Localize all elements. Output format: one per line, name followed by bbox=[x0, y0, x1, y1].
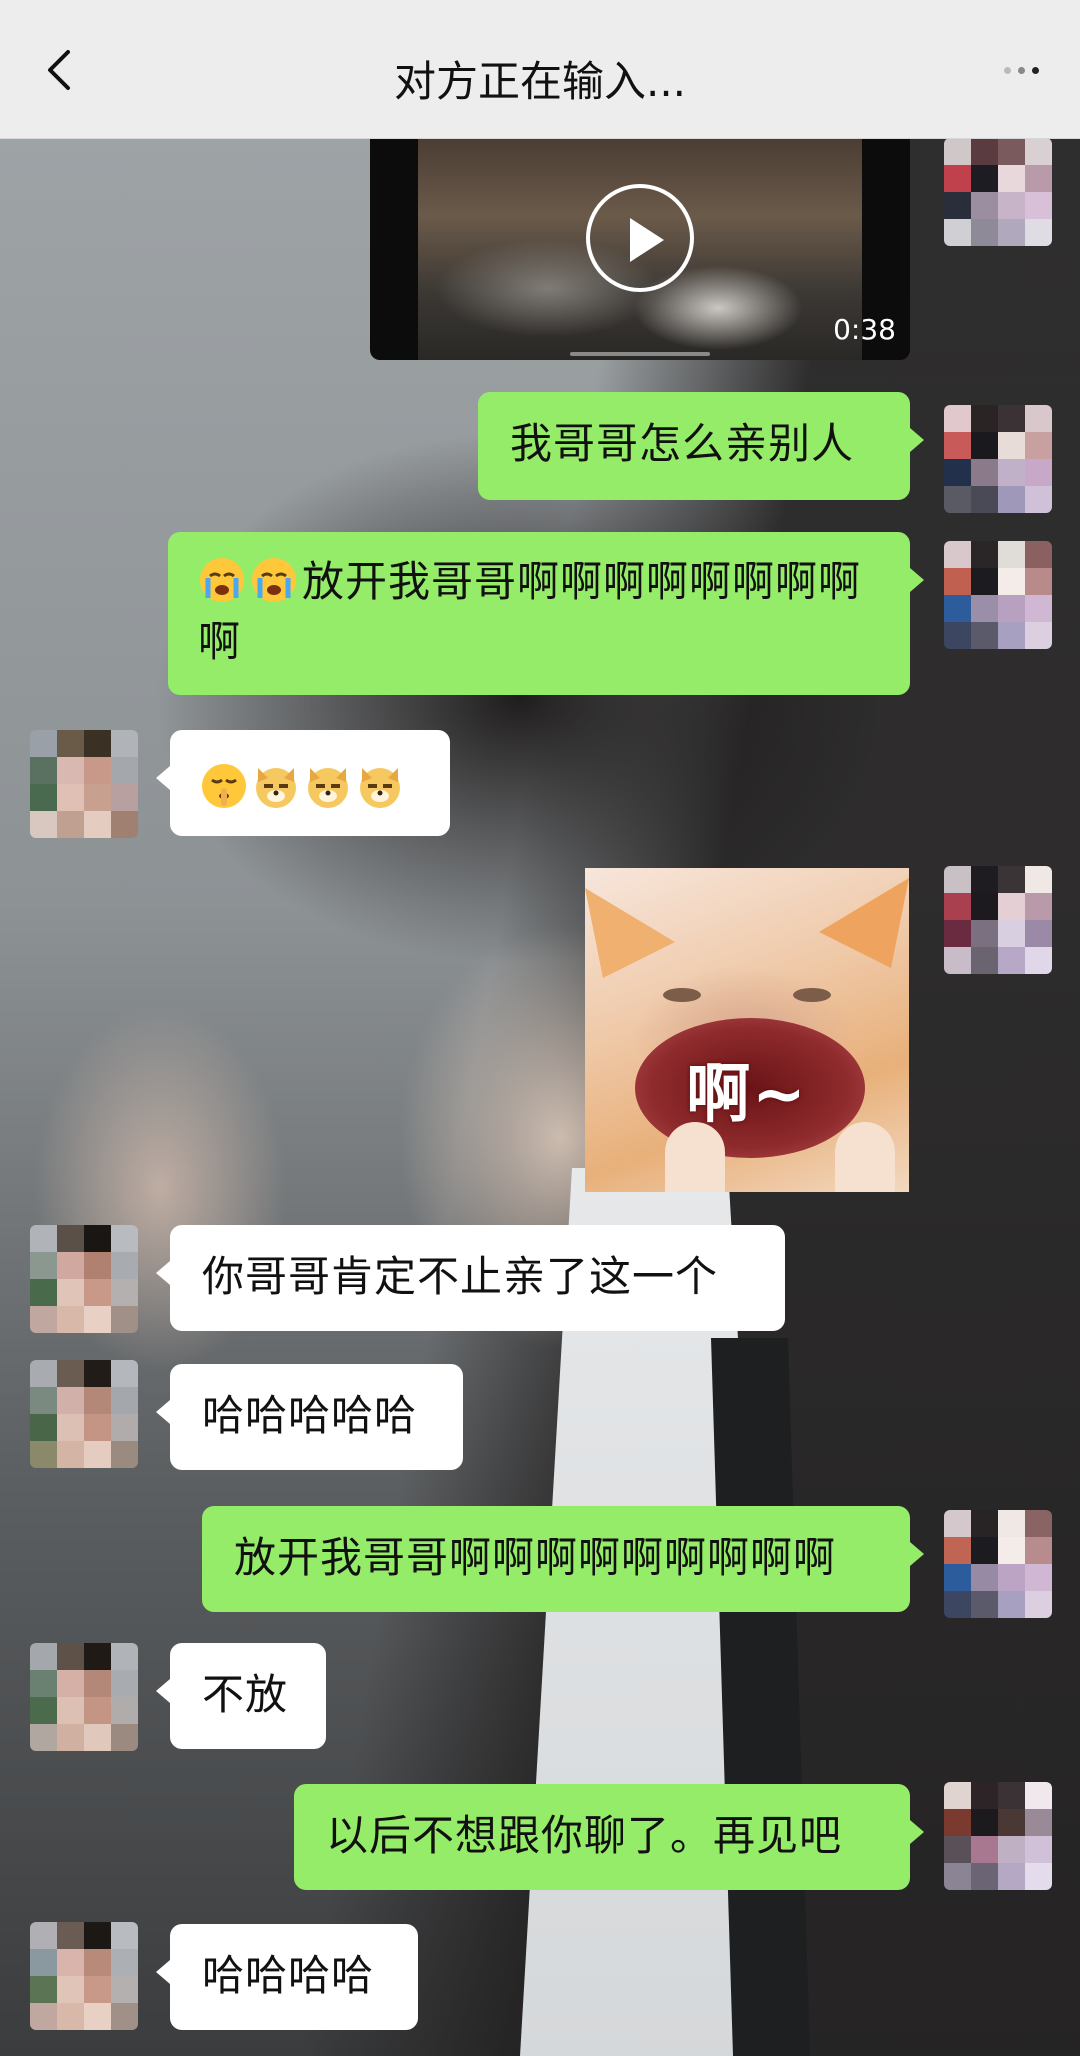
sticker-cat-ear bbox=[585, 888, 675, 978]
message-text: 你哥哥肯定不止亲了这一个 bbox=[202, 1252, 719, 1301]
play-icon[interactable] bbox=[586, 184, 694, 292]
doge-icon bbox=[256, 768, 296, 808]
message-text: 我哥哥怎么亲别人 bbox=[510, 419, 855, 468]
message-bubble-sent[interactable]: 我哥哥怎么亲别人 bbox=[478, 392, 924, 500]
message-bubble-sent[interactable]: 放开我哥哥啊啊啊啊啊啊啊啊啊 bbox=[168, 532, 924, 695]
my-avatar[interactable] bbox=[944, 866, 1052, 974]
friend-avatar[interactable] bbox=[30, 1922, 138, 2030]
message-bubble-received[interactable] bbox=[156, 730, 450, 836]
message-bubble-received[interactable]: 不放 bbox=[156, 1643, 326, 1749]
more-options-icon[interactable] bbox=[1000, 62, 1046, 78]
doge-icon bbox=[360, 768, 400, 808]
sticker-cat-paw bbox=[835, 1122, 895, 1192]
sticker-cat-eye bbox=[663, 988, 701, 1002]
crying-face-icon bbox=[252, 558, 296, 602]
page-title: 对方正在输入... bbox=[393, 57, 687, 106]
video-progress-bar bbox=[570, 352, 710, 356]
nav-bar: 对方正在输入... bbox=[0, 0, 1080, 139]
shushing-face-icon bbox=[202, 764, 246, 808]
video-message[interactable]: 0:38 bbox=[370, 138, 910, 360]
my-avatar[interactable] bbox=[944, 541, 1052, 649]
my-avatar[interactable] bbox=[944, 1510, 1052, 1618]
crying-face-icon bbox=[200, 558, 244, 602]
message-text: 放开我哥哥啊啊啊啊啊啊啊啊啊 bbox=[234, 1533, 837, 1582]
message-text: 不放 bbox=[202, 1670, 289, 1719]
sticker-cat-ear bbox=[819, 878, 909, 968]
message-text: 哈哈哈哈哈 bbox=[202, 1391, 418, 1440]
friend-avatar[interactable] bbox=[30, 730, 138, 838]
sticker-text: 啊~ bbox=[686, 1058, 808, 1132]
message-bubble-received[interactable]: 哈哈哈哈哈 bbox=[156, 1364, 463, 1470]
message-bubble-sent[interactable]: 以后不想跟你聊了。再见吧 bbox=[294, 1784, 924, 1890]
message-bubble-sent[interactable]: 放开我哥哥啊啊啊啊啊啊啊啊啊 bbox=[202, 1506, 924, 1612]
my-avatar[interactable] bbox=[944, 1782, 1052, 1890]
message-bubble-received[interactable]: 哈哈哈哈 bbox=[156, 1924, 418, 2030]
sticker-cat-paw bbox=[665, 1122, 725, 1192]
cat-sticker[interactable]: 啊~ bbox=[585, 868, 909, 1192]
friend-avatar[interactable] bbox=[30, 1643, 138, 1751]
friend-avatar[interactable] bbox=[30, 1360, 138, 1468]
friend-avatar[interactable] bbox=[30, 1225, 138, 1333]
message-bubble-received[interactable]: 你哥哥肯定不止亲了这一个 bbox=[156, 1225, 785, 1331]
doge-icon bbox=[308, 768, 348, 808]
my-avatar[interactable] bbox=[944, 405, 1052, 513]
message-text: 以后不想跟你聊了。再见吧 bbox=[326, 1811, 843, 1860]
sticker-cat-eye bbox=[793, 988, 831, 1002]
my-avatar[interactable] bbox=[944, 138, 1052, 246]
video-duration: 0:38 bbox=[833, 313, 896, 346]
message-text: 哈哈哈哈 bbox=[202, 1951, 375, 2000]
